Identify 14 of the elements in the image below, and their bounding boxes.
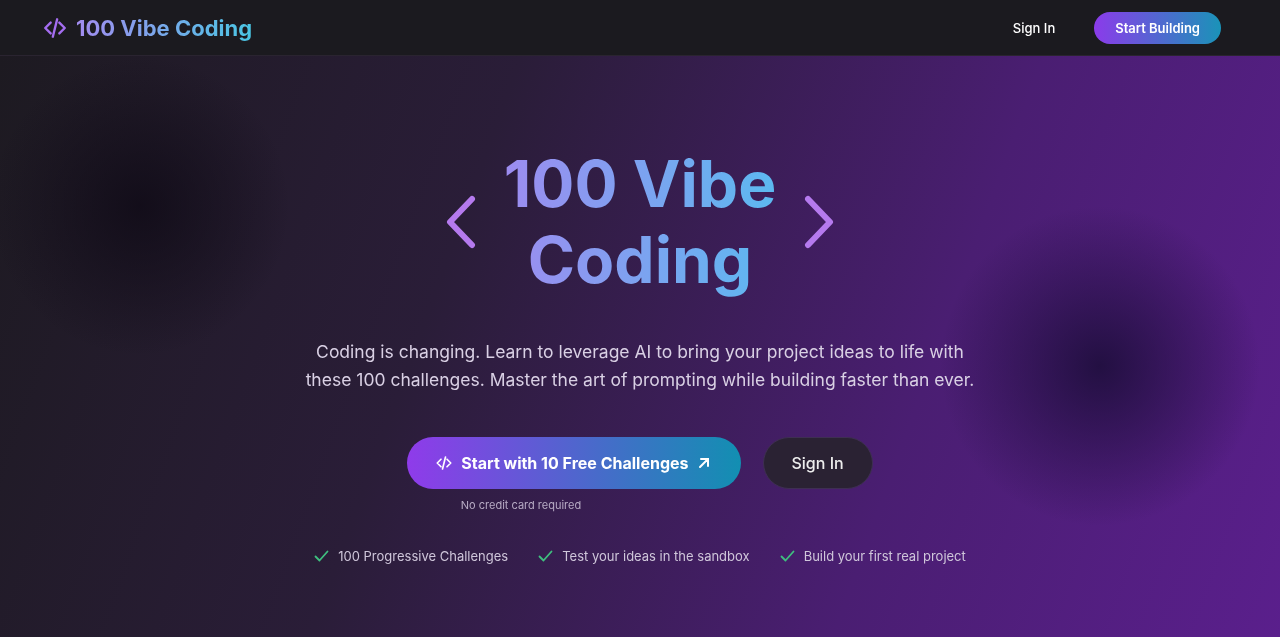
check-icon [779,550,795,562]
sign-in-button[interactable]: Sign In [762,437,873,489]
start-building-button[interactable]: Start Building [1094,11,1221,44]
no-credit-card-note: No credit card required [460,498,582,512]
feature-text: 100 Progressive Challenges [338,548,509,564]
check-icon [538,550,554,562]
code-icon [435,454,454,472]
check-icon [314,550,330,562]
start-challenges-button[interactable]: Start with 10 Free Challenges [407,437,741,489]
hero-description: Coding is changing. Learn to leverage AI to bring your project ideas to life with these 100 challenges. Master the art of prompting while building faster than ever. [304,340,976,392]
feature-text: Test your ideas in the sandbox [562,548,750,564]
sign-in-link[interactable]: Sign In [1006,18,1062,37]
feature-text: Build your first real project [803,548,966,564]
arrow-up-right-icon [696,456,711,470]
